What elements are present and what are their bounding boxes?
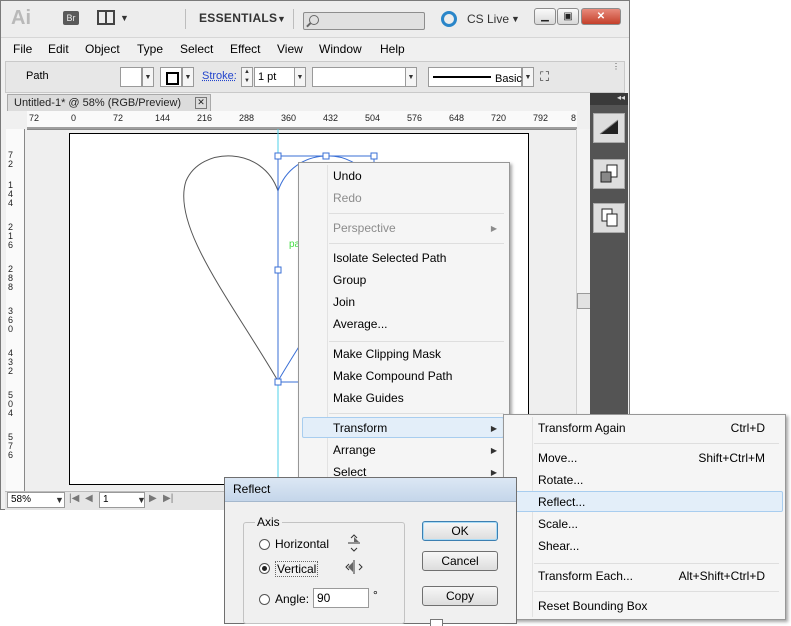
menu-item-rotate[interactable]: Rotate... <box>538 473 583 487</box>
angle-label[interactable]: Angle: <box>275 592 309 606</box>
menu-separator <box>534 443 779 444</box>
ok-button[interactable]: OK <box>422 521 498 541</box>
cancel-button[interactable]: Cancel <box>422 551 498 571</box>
menu-separator <box>534 591 779 592</box>
menu-item-reset-bounding-box[interactable]: Reset Bounding Box <box>538 599 647 613</box>
degree-symbol: ° <box>373 588 378 602</box>
first-artboard-icon[interactable]: |◀ <box>69 493 79 504</box>
menu-item-arrange[interactable]: Arrange <box>333 443 376 457</box>
submenu-arrow-icon: ▶ <box>490 424 497 433</box>
last-artboard-icon[interactable]: ▶| <box>163 493 173 504</box>
menu-item-transform-again[interactable]: Transform Again <box>538 421 626 435</box>
menu-separator <box>329 413 504 414</box>
reflect-horizontal-icon <box>348 534 360 552</box>
menu-item-make-guides[interactable]: Make Guides <box>333 391 404 405</box>
menu-item-group[interactable]: Group <box>333 273 366 287</box>
menu-item-transform-each[interactable]: Transform Each... <box>538 569 633 583</box>
vertical-label[interactable]: Vertical <box>275 561 319 577</box>
angle-radio[interactable] <box>259 594 270 605</box>
heart-half-path[interactable] <box>183 155 279 382</box>
horizontal-radio[interactable] <box>259 539 270 550</box>
menu-item-isolate-selected-path[interactable]: Isolate Selected Path <box>333 251 446 265</box>
shortcut-move: Shift+Ctrl+M <box>698 451 765 465</box>
scrollbar-thumb[interactable] <box>577 293 591 309</box>
zoom-dropdown-icon[interactable]: ▼ <box>55 495 64 505</box>
submenu-arrow-icon: ▶ <box>490 468 497 477</box>
context-menu: Undo Redo Perspective ▶ Isolate Selected… <box>298 162 510 484</box>
next-artboard-icon[interactable]: ▶ <box>149 493 157 504</box>
menu-item-make-clipping-mask[interactable]: Make Clipping Mask <box>333 347 441 361</box>
menu-separator <box>329 243 504 244</box>
angle-input[interactable]: 90 <box>313 588 369 608</box>
menu-separator <box>329 213 504 214</box>
menu-item-move[interactable]: Move... <box>538 451 577 465</box>
reflect-vertical-icon <box>345 560 363 574</box>
menu-item-average[interactable]: Average... <box>333 317 387 331</box>
menu-item-join[interactable]: Join <box>333 295 355 309</box>
artboard-dropdown-icon[interactable]: ▼ <box>137 495 146 505</box>
menu-item-shear[interactable]: Shear... <box>538 539 579 553</box>
collapse-panels-icon[interactable]: ◂◂ <box>590 93 628 105</box>
reflect-dialog: Reflect Axis Horizontal Vertical Angle: … <box>224 477 517 626</box>
copy-button[interactable]: Copy <box>422 586 498 606</box>
menu-item-reflect[interactable]: Reflect... <box>538 495 585 509</box>
menu-item-redo: Redo <box>333 191 362 205</box>
vertical-radio[interactable] <box>259 563 270 574</box>
dialog-title: Reflect <box>225 478 516 502</box>
shortcut-transform-again: Ctrl+D <box>730 421 765 435</box>
menu-gutter <box>532 417 533 617</box>
previous-artboard-icon[interactable]: ◀ <box>85 493 93 504</box>
preview-checkbox[interactable] <box>430 619 443 626</box>
transparency-panel-icon[interactable] <box>593 159 625 189</box>
shortcut-transform-each: Alt+Shift+Ctrl+D <box>678 569 765 583</box>
menu-item-perspective: Perspective <box>333 221 396 235</box>
menu-item-make-compound-path[interactable]: Make Compound Path <box>333 369 452 383</box>
menu-item-scale[interactable]: Scale... <box>538 517 578 531</box>
transform-submenu: Transform Again Ctrl+D Move... Shift+Ctr… <box>503 414 786 620</box>
menu-item-undo[interactable]: Undo <box>333 169 362 183</box>
gradient-panel-icon[interactable] <box>593 113 625 143</box>
menu-separator <box>329 341 504 342</box>
submenu-arrow-icon: ▶ <box>490 446 497 455</box>
horizontal-label[interactable]: Horizontal <box>275 537 329 551</box>
layers-panel-icon[interactable] <box>593 203 625 233</box>
submenu-arrow-icon: ▶ <box>490 224 497 233</box>
menu-separator <box>534 563 779 564</box>
axis-group-label: Axis <box>255 515 282 529</box>
menu-item-transform[interactable]: Transform <box>333 421 387 435</box>
